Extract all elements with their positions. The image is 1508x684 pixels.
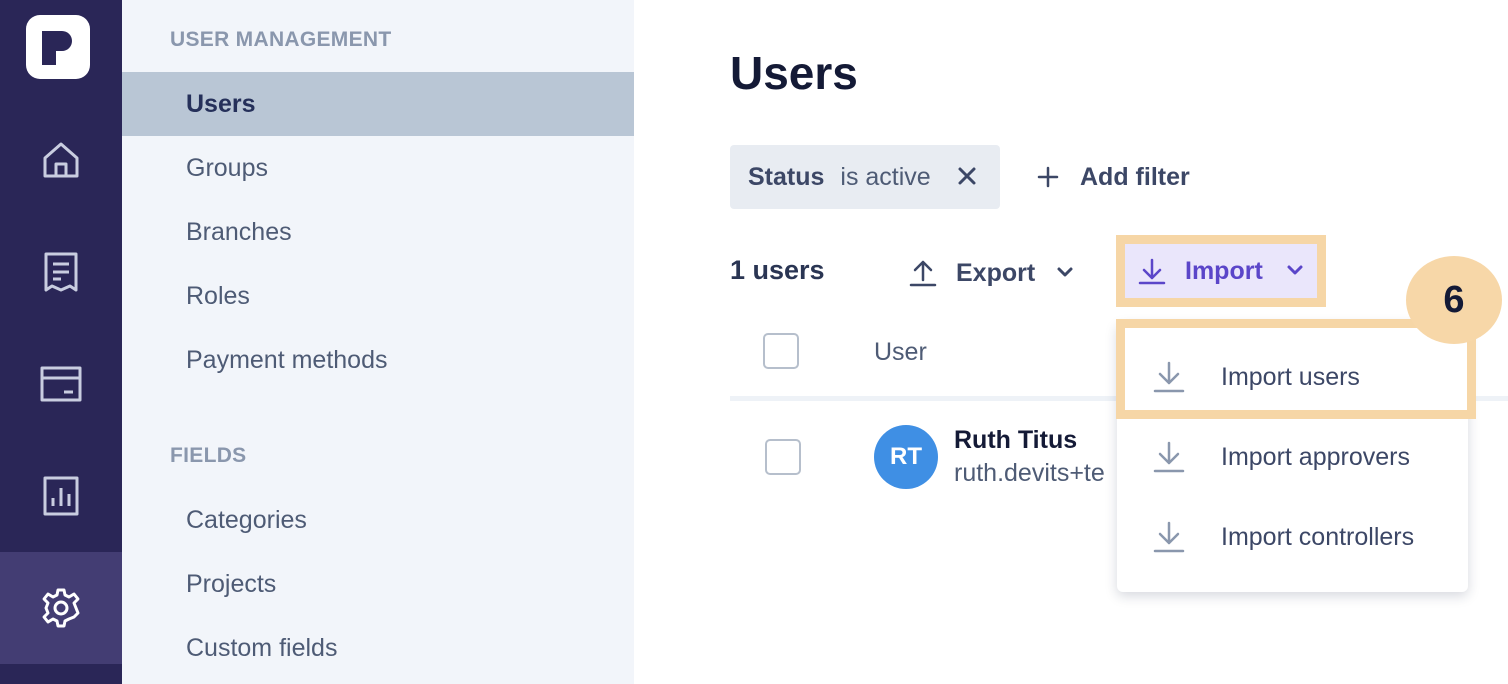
page-title: Users [730,47,858,99]
upload-icon [909,260,937,287]
section-label-fields: FIELDS [170,444,247,467]
card-icon[interactable] [0,328,122,440]
export-button[interactable]: Export [908,250,1075,296]
download-icon [1153,361,1185,393]
menu-item-label: Import controllers [1221,522,1415,551]
add-filter-label: Add filter [1080,162,1190,191]
avatar: RT [874,425,938,489]
filter-key: Status [748,162,825,191]
sidebar-item-projects[interactable]: Projects [122,552,634,616]
menu-item-label: Import users [1221,362,1360,391]
sidebar-item-categories[interactable]: Categories [122,488,634,552]
export-label: Export [956,258,1036,287]
chevron-down-icon [1057,267,1073,277]
menu-item-label: Import approvers [1221,442,1410,471]
import-label: Import [1185,256,1263,285]
step-badge: 6 [1406,256,1502,344]
menu-item-import-controllers[interactable]: Import controllers [1117,497,1468,577]
add-filter-button[interactable]: Add filter [1036,145,1190,209]
home-icon[interactable] [0,104,122,216]
chevron-down-icon [1287,265,1303,275]
menu-item-import-users[interactable]: Import users [1117,337,1468,417]
sidebar-item-branches[interactable]: Branches [122,200,634,264]
download-icon [1153,521,1185,553]
plus-icon [1037,166,1059,188]
receipt-icon[interactable] [0,216,122,328]
menu-item-import-approvers[interactable]: Import approvers [1117,417,1468,497]
user-email: ruth.devits+te [954,459,1105,487]
settings-sidebar: USER MANAGEMENT Users Groups Branches Ro… [122,0,634,684]
row-checkbox[interactable] [765,439,801,475]
column-header-user: User [874,338,927,366]
select-all-checkbox[interactable] [763,333,799,369]
section-label-user-management: USER MANAGEMENT [170,28,392,51]
import-button[interactable]: Import [1125,244,1317,298]
user-name[interactable]: Ruth Titus [954,426,1077,455]
sidebar-item-groups[interactable]: Groups [122,136,634,200]
sidebar-item-users[interactable]: Users [122,72,634,136]
app-logo-icon[interactable] [26,15,90,79]
report-icon[interactable] [0,440,122,552]
icon-rail [0,0,122,684]
user-count: 1 users [730,255,825,285]
import-menu: Import users Import approvers Import con… [1117,322,1468,592]
filter-value: is active [840,162,931,191]
sidebar-item-payment-methods[interactable]: Payment methods [122,328,634,392]
gear-icon[interactable] [0,552,122,664]
sidebar-item-custom-fields[interactable]: Custom fields [122,616,634,680]
close-icon[interactable] [954,163,980,196]
sidebar-item-roles[interactable]: Roles [122,264,634,328]
status-filter-chip[interactable]: Status is active [730,145,1000,209]
download-icon [1138,258,1166,285]
download-icon [1153,441,1185,473]
